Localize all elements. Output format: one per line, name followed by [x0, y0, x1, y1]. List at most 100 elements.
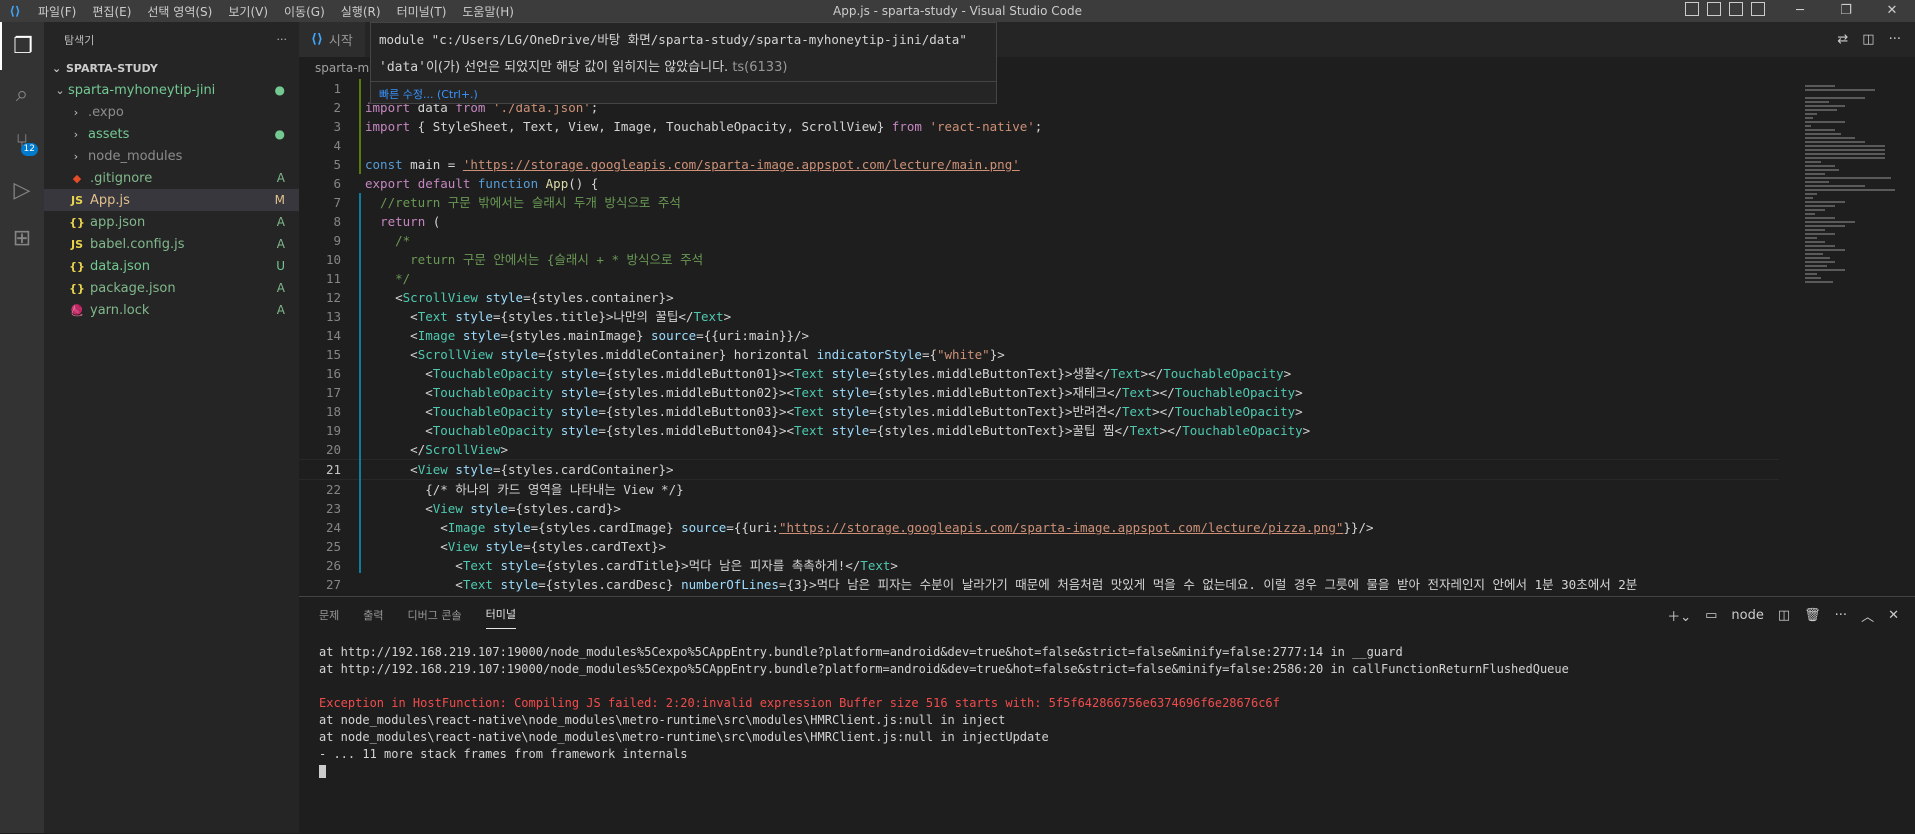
code-line[interactable]: 23 <View style={styles.card}> — [299, 499, 1779, 518]
code-line[interactable]: 5 const main = 'https://storage.googleapi… — [299, 155, 1779, 174]
file-tree-label: yarn.lock — [90, 302, 150, 318]
code-line[interactable]: 14 <Image style={styles.mainImage} sourc… — [299, 326, 1779, 345]
code-text: <TouchableOpacity style={styles.middleBu… — [365, 404, 1303, 419]
file-tree-item[interactable]: {} data.json U — [44, 255, 299, 277]
extensions-icon[interactable]: ⊞ — [0, 214, 44, 262]
open-changes-icon[interactable]: ⇄ — [1837, 32, 1848, 47]
terminal-shell-name[interactable]: node — [1731, 608, 1763, 623]
file-tree-item[interactable]: JS App.js M — [44, 189, 299, 211]
menu-edit[interactable]: 편집(E) — [84, 3, 139, 20]
menu-run[interactable]: 실행(R) — [333, 3, 389, 20]
tab-terminal[interactable]: 터미널 — [485, 606, 516, 629]
close-panel-icon[interactable]: ✕ — [1888, 608, 1899, 623]
new-terminal-icon[interactable]: ＋⌄ — [1667, 606, 1691, 625]
code-line[interactable]: 3 import { StyleSheet, Text, View, Image,… — [299, 117, 1779, 136]
file-tree-item[interactable]: ◆ .gitignore A — [44, 167, 299, 189]
code-text: <View style={styles.cardContainer}> — [365, 462, 674, 477]
file-tree-item[interactable]: › node_modules — [44, 145, 299, 167]
code-line[interactable]: 13 <Text style={styles.title}>나만의 꿀팁</Te… — [299, 307, 1779, 326]
file-tree-item[interactable]: › .expo — [44, 101, 299, 123]
search-icon[interactable]: ⌕ — [0, 70, 44, 118]
hover-tooltip: module "c:/Users/LG/OneDrive/바탕 화면/spart… — [370, 22, 997, 104]
close-window-button[interactable]: ✕ — [1869, 0, 1915, 22]
toggle-secondary-sidebar-icon[interactable] — [1729, 2, 1743, 16]
menu-terminal[interactable]: 터미널(T) — [389, 3, 455, 20]
terminal-output[interactable]: at http://192.168.219.107:19000/node_mod… — [299, 632, 1915, 792]
code-text: <Text style={styles.cardDesc} numberOfLi… — [365, 577, 1638, 592]
quick-fix-link[interactable]: 빠른 수정... (Ctrl+.) — [371, 82, 996, 106]
code-line[interactable]: 11 */ — [299, 269, 1779, 288]
toggle-panel-icon[interactable] — [1707, 2, 1721, 16]
line-number: 26 — [325, 558, 341, 573]
toggle-sidebar-icon[interactable] — [1685, 2, 1699, 16]
code-text: <TouchableOpacity style={styles.middleBu… — [365, 423, 1311, 438]
code-line[interactable]: 4 — [299, 136, 1779, 155]
line-number: 4 — [333, 138, 341, 153]
file-tree-item[interactable]: JS babel.config.js A — [44, 233, 299, 255]
file-tree-item[interactable]: › assets ● — [44, 123, 299, 145]
line-number: 3 — [333, 119, 341, 134]
code-line[interactable]: 25 <View style={styles.cardText}> — [299, 537, 1779, 556]
code-line[interactable]: 18 <TouchableOpacity style={styles.middl… — [299, 402, 1779, 421]
file-tree-item[interactable]: {} app.json A — [44, 211, 299, 233]
code-line[interactable]: 16 <TouchableOpacity style={styles.middl… — [299, 364, 1779, 383]
code-text: <Text style={styles.cardTitle}>먹다 남은 피자를… — [365, 558, 898, 573]
tab-debug-console[interactable]: 디버그 콘솔 — [408, 607, 462, 623]
code-line[interactable]: 20 </ScrollView> — [299, 440, 1779, 459]
title-bar: ⟨⟩ 파일(F) 편집(E) 선택 영역(S) 보기(V) 이동(G) 실행(R… — [0, 0, 1915, 22]
split-terminal-icon[interactable]: ◫ — [1778, 608, 1790, 623]
file-tree-item[interactable]: 🧶 yarn.lock A — [44, 299, 299, 321]
code-line[interactable]: 7 //return 구문 밖에서는 슬래시 두개 방식으로 주석 — [299, 193, 1779, 212]
git-status-badge: A — [276, 281, 285, 295]
code-editor[interactable]: 1 2 import data from './data.json'; 3 import… — [299, 79, 1779, 596]
code-line[interactable]: 22 {/* 하나의 카드 영역을 나타내는 View */} — [299, 480, 1779, 499]
restore-button[interactable]: ❐ — [1823, 0, 1869, 22]
menu-view[interactable]: 보기(V) — [220, 3, 276, 20]
file-tree-label: data.json — [90, 258, 150, 274]
code-line[interactable]: 26 <Text style={styles.cardTitle}>먹다 남은 … — [299, 556, 1779, 575]
js-file-icon: JS — [70, 193, 83, 207]
activity-bar: ❐ ⌕ ⑂ 12 ▷ ⊞ — [0, 22, 44, 833]
menu-go[interactable]: 이동(G) — [276, 3, 333, 20]
code-line[interactable]: 15 <ScrollView style={styles.middleConta… — [299, 345, 1779, 364]
menu-selection[interactable]: 선택 영역(S) — [139, 3, 220, 20]
customize-layout-icon[interactable] — [1751, 2, 1765, 16]
minimap[interactable] — [1795, 79, 1915, 596]
menu-help[interactable]: 도움말(H) — [454, 3, 522, 20]
tab-problems[interactable]: 문제 — [319, 607, 339, 623]
maximize-panel-icon[interactable]: ︿ — [1861, 606, 1874, 625]
more-actions-icon[interactable]: ··· — [1889, 32, 1901, 47]
explorer-sidebar: 탐색기 ··· ⌄ SPARTA-STUDY ⌄ sparta-myhoneyt… — [44, 22, 299, 833]
more-actions-button[interactable]: ··· — [277, 33, 288, 46]
code-line[interactable]: 21 <View style={styles.cardContainer}> — [299, 459, 1779, 480]
code-line[interactable]: 27 <Text style={styles.cardDesc} numberO… — [299, 575, 1779, 594]
code-line[interactable]: 24 <Image style={styles.cardImage} sourc… — [299, 518, 1779, 537]
run-debug-icon[interactable]: ▷ — [0, 166, 44, 214]
code-line[interactable]: 9 /* — [299, 231, 1779, 250]
tab-welcome[interactable]: ⟨⟩ 시작 — [299, 22, 365, 57]
code-line[interactable]: 8 return ( — [299, 212, 1779, 231]
terminal-shell-icon: ▭ — [1705, 608, 1718, 623]
source-control-icon[interactable]: ⑂ 12 — [0, 118, 44, 166]
minimize-button[interactable]: ─ — [1777, 0, 1823, 22]
hover-message-prefix: 'data' — [379, 60, 426, 75]
code-line[interactable]: 12 <ScrollView style={styles.container}> — [299, 288, 1779, 307]
code-line[interactable]: 17 <TouchableOpacity style={styles.middl… — [299, 383, 1779, 402]
workspace-section[interactable]: ⌄ SPARTA-STUDY — [44, 57, 299, 79]
line-number: 19 — [325, 423, 341, 438]
split-editor-icon[interactable]: ◫ — [1862, 32, 1874, 47]
line-number: 24 — [325, 520, 341, 535]
trash-icon[interactable]: 🗑 — [1804, 608, 1821, 623]
code-line[interactable]: 19 <TouchableOpacity style={styles.middl… — [299, 421, 1779, 440]
more-panel-icon[interactable]: ··· — [1835, 608, 1847, 623]
file-tree-item[interactable]: {} package.json A — [44, 277, 299, 299]
folder-root[interactable]: ⌄ sparta-myhoneytip-jini ● — [44, 79, 299, 101]
menu-file[interactable]: 파일(F) — [30, 3, 84, 20]
code-line[interactable]: 6 export default function App() { — [299, 174, 1779, 193]
code-line[interactable]: 10 return 구문 안에서는 {슬래시 + * 방식으로 주석 — [299, 250, 1779, 269]
explorer-icon[interactable]: ❐ — [0, 22, 44, 70]
line-number: 21 — [325, 462, 341, 477]
terminal-line: at http://192.168.219.107:19000/node_mod… — [319, 662, 1569, 676]
tab-output[interactable]: 출력 — [363, 607, 383, 623]
line-number: 13 — [325, 309, 341, 324]
